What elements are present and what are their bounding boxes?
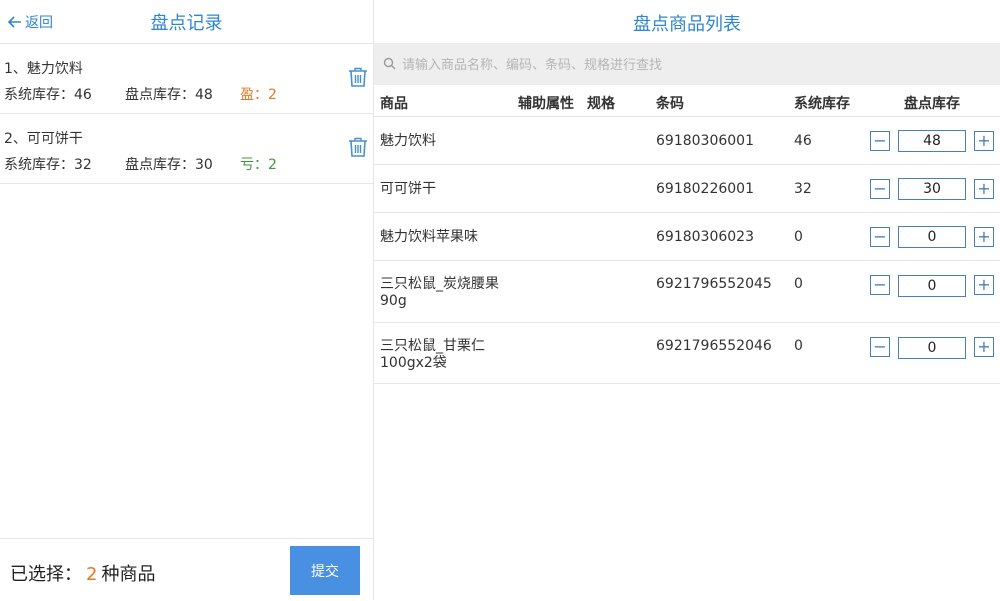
decrement-button[interactable]: − bbox=[870, 227, 890, 247]
column-header-product: 商品 bbox=[380, 96, 408, 112]
record-system-stock: 系统库存：32 bbox=[4, 157, 92, 173]
product-name: 三只松鼠_甘栗仁100gx2袋 bbox=[380, 338, 485, 371]
system-stock: 0 bbox=[794, 229, 803, 245]
selected-suffix: 种商品 bbox=[101, 564, 156, 585]
increment-button[interactable]: + bbox=[974, 275, 994, 295]
increment-button[interactable]: + bbox=[974, 131, 994, 151]
quantity-input[interactable] bbox=[898, 130, 966, 152]
selected-count: 2 bbox=[86, 564, 98, 585]
record-panel: 返回 盘点记录 1、魅力饮料 系统库存：46 盘点库存：48 盈：2 2、可可饼… bbox=[0, 0, 374, 601]
search-input[interactable] bbox=[400, 51, 984, 79]
table-row: 三只松鼠_炭烧腰果90g 6921796552045 0 − + bbox=[374, 260, 1000, 323]
system-stock: 0 bbox=[794, 338, 803, 354]
product-barcode: 69180306023 bbox=[656, 229, 754, 245]
column-header-system-stock: 系统库存 bbox=[794, 96, 850, 112]
system-stock: 0 bbox=[794, 276, 803, 292]
quantity-input[interactable] bbox=[898, 178, 966, 200]
column-header-barcode: 条码 bbox=[656, 96, 684, 112]
column-header-count-stock: 盘点库存 bbox=[904, 96, 960, 112]
decrement-button[interactable]: − bbox=[870, 337, 890, 357]
selected-prefix: 已选择： bbox=[10, 564, 82, 585]
record-item[interactable]: 2、可可饼干 系统库存：32 盘点库存：30 亏：2 bbox=[0, 114, 373, 184]
record-loss: 亏：2 bbox=[240, 157, 277, 173]
table-row: 三只松鼠_甘栗仁100gx2袋 6921796552046 0 − + bbox=[374, 322, 1000, 384]
quantity-input[interactable] bbox=[898, 275, 966, 297]
trash-icon[interactable] bbox=[347, 136, 369, 162]
record-system-stock: 系统库存：46 bbox=[4, 87, 92, 103]
product-panel: 盘点商品列表 商品 辅助属性 规格 条码 系统库存 盘点库存 魅力饮料 6918… bbox=[374, 0, 1000, 600]
product-barcode: 69180306001 bbox=[656, 133, 754, 149]
table-row: 魅力饮料苹果味 69180306023 0 − + bbox=[374, 212, 1000, 261]
page-title: 盘点记录 bbox=[150, 13, 223, 34]
search-bar bbox=[374, 43, 1000, 85]
decrement-button[interactable]: − bbox=[870, 131, 890, 151]
record-count-stock: 盘点库存：30 bbox=[125, 157, 213, 173]
table-bottom-divider bbox=[374, 383, 1000, 384]
trash-icon[interactable] bbox=[347, 66, 369, 92]
product-barcode: 6921796552046 bbox=[656, 338, 772, 354]
record-name: 2、可可饼干 bbox=[4, 131, 83, 147]
product-list-title: 盘点商品列表 bbox=[633, 14, 741, 35]
product-barcode: 6921796552045 bbox=[656, 276, 772, 292]
product-name: 三只松鼠_炭烧腰果90g bbox=[380, 276, 499, 309]
quantity-input[interactable] bbox=[898, 337, 966, 359]
selection-footer: 已选择： 2 种商品 提交 bbox=[0, 538, 373, 601]
column-header-spec: 规格 bbox=[587, 96, 615, 112]
product-barcode: 69180226001 bbox=[656, 181, 754, 197]
record-item[interactable]: 1、魅力饮料 系统库存：46 盘点库存：48 盈：2 bbox=[0, 44, 373, 114]
table-row: 魅力饮料 69180306001 46 − + bbox=[374, 116, 1000, 165]
record-header: 返回 盘点记录 bbox=[0, 0, 373, 44]
system-stock: 32 bbox=[794, 181, 812, 197]
increment-button[interactable]: + bbox=[974, 337, 994, 357]
record-count-stock: 盘点库存：48 bbox=[125, 87, 213, 103]
system-stock: 46 bbox=[794, 133, 812, 149]
column-header-attribute: 辅助属性 bbox=[518, 96, 574, 112]
table-row: 可可饼干 69180226001 32 − + bbox=[374, 164, 1000, 213]
selected-summary: 已选择： 2 种商品 bbox=[10, 560, 155, 586]
search-icon bbox=[383, 57, 396, 70]
product-name: 可可饼干 bbox=[380, 181, 436, 197]
quantity-input[interactable] bbox=[898, 226, 966, 248]
product-name: 魅力饮料苹果味 bbox=[380, 229, 478, 245]
record-name: 1、魅力饮料 bbox=[4, 61, 83, 77]
submit-button[interactable]: 提交 bbox=[290, 546, 360, 595]
decrement-button[interactable]: − bbox=[870, 275, 890, 295]
product-name: 魅力饮料 bbox=[380, 133, 436, 149]
decrement-button[interactable]: − bbox=[870, 179, 890, 199]
record-gain: 盈：2 bbox=[240, 87, 277, 103]
increment-button[interactable]: + bbox=[974, 227, 994, 247]
increment-button[interactable]: + bbox=[974, 179, 994, 199]
